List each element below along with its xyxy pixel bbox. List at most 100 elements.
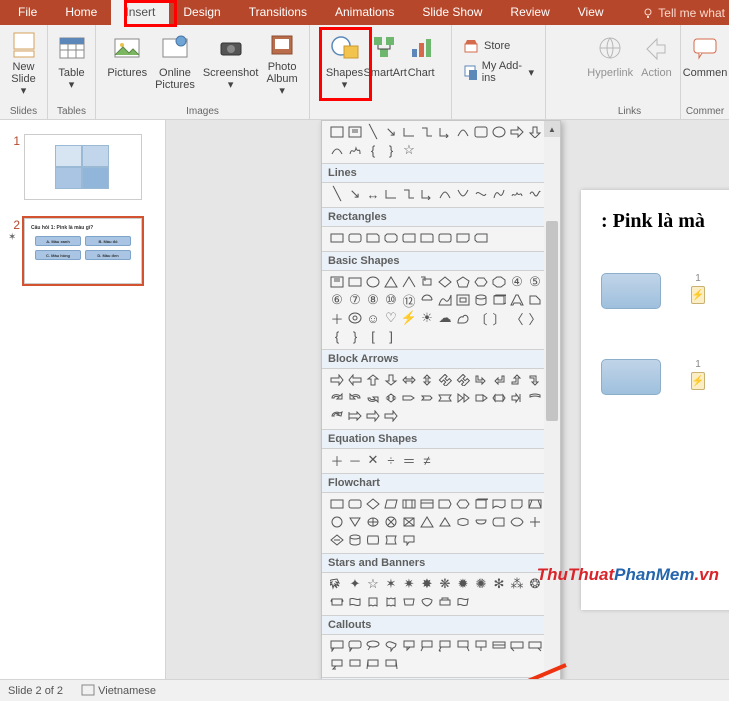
basic-grid-shape-12[interactable]: ⑥ (328, 291, 346, 309)
shape-down-arrow[interactable] (526, 123, 544, 141)
basic-grid-shape-14[interactable]: ⑧ (364, 291, 382, 309)
flow-grid-shape-13[interactable] (346, 513, 364, 531)
callouts-grid-shape-3[interactable] (382, 637, 400, 655)
block-grid-shape-6[interactable] (436, 371, 454, 389)
tab-view[interactable]: View (564, 0, 618, 25)
flow-grid-shape-28[interactable] (400, 531, 418, 549)
flow-grid-shape-16[interactable] (400, 513, 418, 531)
stars-grid-shape-18[interactable] (436, 593, 454, 611)
line-curve1[interactable] (436, 185, 454, 203)
shape-rect[interactable] (328, 123, 346, 141)
block-grid-shape-19[interactable] (454, 389, 472, 407)
slide-editor[interactable]: : Pink là mà 1 ⚡ 1 ⚡ ╲ ↘ (166, 120, 729, 679)
shape-l-connector[interactable] (400, 123, 418, 141)
line-curve3[interactable] (472, 185, 490, 203)
block-grid-shape-16[interactable] (400, 389, 418, 407)
stars-grid-shape-2[interactable]: ☆ (364, 575, 382, 593)
flow-grid-shape-12[interactable] (328, 513, 346, 531)
scroll-thumb[interactable] (546, 221, 558, 421)
block-grid-shape-13[interactable] (346, 389, 364, 407)
block-grid-shape-9[interactable] (490, 371, 508, 389)
flow-grid-shape-11[interactable] (526, 495, 544, 513)
thumb-slide-2[interactable]: Câu hỏi 1: Pink là màu gì? A. Màu xanhB.… (24, 218, 142, 284)
table-button[interactable]: Table▾ (54, 28, 90, 100)
stars-grid-shape-6[interactable]: ❋ (436, 575, 454, 593)
shape-rbrace[interactable]: } (382, 141, 400, 159)
flow-grid-shape-14[interactable] (364, 513, 382, 531)
tab-transitions[interactable]: Transitions (235, 0, 321, 25)
flow-grid-shape-18[interactable] (436, 513, 454, 531)
block-grid-shape-17[interactable] (418, 389, 436, 407)
basic-grid-shape-27[interactable]: ♡ (382, 309, 400, 327)
flow-grid-shape-6[interactable] (436, 495, 454, 513)
stars-grid-shape-0[interactable] (328, 575, 346, 593)
language-indicator[interactable]: Vietnamese (81, 684, 174, 697)
stars-grid-shape-14[interactable] (364, 593, 382, 611)
smartart-button[interactable]: SmartArt (367, 28, 403, 100)
block-grid-shape-24[interactable] (328, 407, 346, 425)
basic-grid-shape-18[interactable] (436, 291, 454, 309)
basic-grid-shape-3[interactable] (382, 273, 400, 291)
shape-oval[interactable] (490, 123, 508, 141)
flow-grid-shape-8[interactable] (472, 495, 490, 513)
basic-grid-shape-31[interactable] (454, 309, 472, 327)
stars-grid-shape-19[interactable] (454, 593, 472, 611)
block-grid-shape-14[interactable] (364, 389, 382, 407)
flow-grid-shape-7[interactable] (454, 495, 472, 513)
eq-plus[interactable]: ＋ (328, 451, 346, 469)
basic-grid-shape-23[interactable] (526, 291, 544, 309)
store-button[interactable]: Store (457, 35, 516, 57)
flow-grid-shape-19[interactable] (454, 513, 472, 531)
basic-grid-shape-34[interactable]: 〈 (508, 309, 526, 327)
screenshot-button[interactable]: Screenshot▾ (199, 28, 263, 100)
basic-grid-shape-4[interactable] (400, 273, 418, 291)
shape-elbow-arrow[interactable] (436, 123, 454, 141)
flow-grid-shape-24[interactable] (328, 531, 346, 549)
callouts-grid-shape-15[interactable] (382, 655, 400, 673)
basic-grid-shape-33[interactable]: 〕 (490, 309, 508, 327)
stars-grid-shape-16[interactable] (400, 593, 418, 611)
stars-grid-shape-4[interactable]: ✷ (400, 575, 418, 593)
line-elbow-arrow[interactable] (400, 185, 418, 203)
rect-2[interactable] (346, 229, 364, 247)
basic-grid-shape-37[interactable]: } (346, 327, 364, 345)
basic-grid-shape-17[interactable] (418, 291, 436, 309)
block-grid-shape-4[interactable] (400, 371, 418, 389)
block-grid-shape-12[interactable] (328, 389, 346, 407)
stars-grid-shape-12[interactable] (328, 593, 346, 611)
shape-arrow-icon[interactable]: ↘ (382, 123, 400, 141)
basic-grid-shape-13[interactable]: ⑦ (346, 291, 364, 309)
basic-grid-shape-2[interactable] (364, 273, 382, 291)
callouts-grid-shape-9[interactable] (490, 637, 508, 655)
flow-grid-shape-27[interactable] (382, 531, 400, 549)
block-grid-shape-10[interactable] (508, 371, 526, 389)
stars-grid-shape-5[interactable]: ✸ (418, 575, 436, 593)
photo-album-button[interactable]: Photo Album▾ (262, 28, 301, 100)
callouts-grid-shape-4[interactable] (400, 637, 418, 655)
flow-grid-shape-1[interactable] (346, 495, 364, 513)
stars-grid-shape-1[interactable]: ✦ (346, 575, 364, 593)
basic-grid-shape-9[interactable] (490, 273, 508, 291)
stars-grid-shape-9[interactable]: ✻ (490, 575, 508, 593)
tab-slideshow[interactable]: Slide Show (408, 0, 496, 25)
tab-design[interactable]: Design (169, 0, 234, 25)
rect-4[interactable] (382, 229, 400, 247)
basic-grid-shape-36[interactable]: { (328, 327, 346, 345)
rect-7[interactable] (436, 229, 454, 247)
rect-5[interactable] (400, 229, 418, 247)
flow-grid-shape-20[interactable] (472, 513, 490, 531)
slide-canvas[interactable]: : Pink là mà 1 ⚡ 1 ⚡ (581, 190, 729, 610)
basic-grid-shape-26[interactable]: ☺ (364, 309, 382, 327)
callouts-grid-shape-1[interactable] (346, 637, 364, 655)
flow-grid-shape-9[interactable] (490, 495, 508, 513)
block-grid-shape-2[interactable] (364, 371, 382, 389)
basic-grid-shape-8[interactable] (472, 273, 490, 291)
stars-grid-shape-17[interactable] (418, 593, 436, 611)
basic-grid-shape-7[interactable] (454, 273, 472, 291)
line-elbow[interactable] (382, 185, 400, 203)
rect-1[interactable] (328, 229, 346, 247)
shape-rounded-rect[interactable] (472, 123, 490, 141)
block-grid-shape-7[interactable] (454, 371, 472, 389)
flow-grid-shape-22[interactable] (508, 513, 526, 531)
block-grid-shape-11[interactable] (526, 371, 544, 389)
